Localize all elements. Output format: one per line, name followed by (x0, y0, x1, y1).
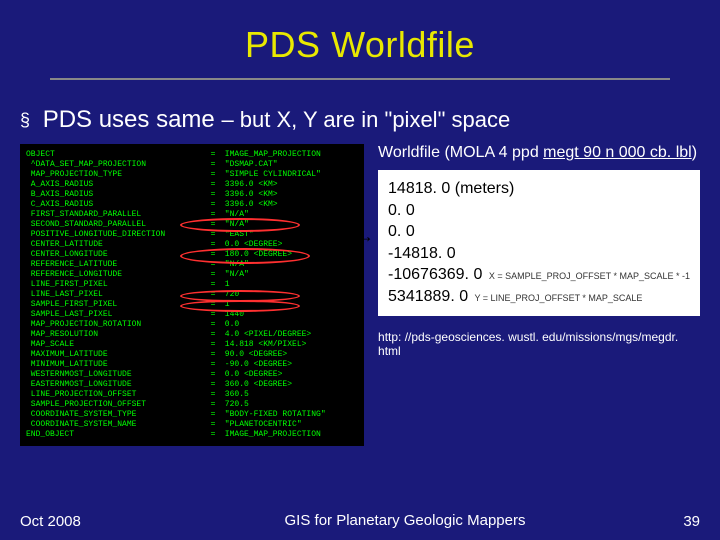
code-row: CENTER_LONGITUDE= 180.0 <DEGREE> (26, 250, 358, 260)
code-row: LINE_FIRST_PIXEL= 1 (26, 280, 358, 290)
pds-label-code: OBJECT= IMAGE_MAP_PROJECTION ^DATA_SET_M… (20, 144, 364, 446)
code-row: MAXIMUM_LATITUDE= 90.0 <DEGREE> (26, 350, 358, 360)
bullet-marker: § (20, 110, 30, 130)
code-row: COORDINATE_SYSTEM_NAME= "PLANETOCENTRIC" (26, 420, 358, 430)
worldfile-box: 14818. 0 (meters)0. 00. 0-14818. 0-10676… (378, 170, 700, 316)
worldfile-line: 14818. 0 (meters) (388, 178, 690, 200)
title-underline (50, 78, 670, 80)
code-row: MAP_PROJECTION_ROTATION= 0.0 (26, 320, 358, 330)
bullet-line: § PDS uses same – but X, Y are in "pixel… (20, 106, 700, 134)
worldfile-line: 5341889. 0 Y = LINE_PROJ_OFFSET * MAP_SC… (388, 286, 690, 308)
code-row: REFERENCE_LATITUDE= "N/A" (26, 260, 358, 270)
worldfile-line: 0. 0 (388, 200, 690, 222)
code-row: END_OBJECT= IMAGE_MAP_PROJECTION (26, 430, 358, 440)
slide-title: PDS Worldfile (0, 24, 720, 66)
worldfile-line: -10676369. 0 X = SAMPLE_PROJ_OFFSET * MA… (388, 264, 690, 286)
bullet-main: PDS uses same (43, 106, 215, 133)
code-row: LINE_LAST_PIXEL= 720 (26, 290, 358, 300)
footer-title: GIS for Planetary Geologic Mappers (170, 512, 640, 530)
worldfile-line: 0. 0 (388, 221, 690, 243)
worldfile-line: -14818. 0 (388, 243, 690, 265)
code-row: SECOND_STANDARD_PARALLEL= "N/A" (26, 220, 358, 230)
code-row: MAP_PROJECTION_TYPE= "SIMPLE CYLINDRICAL… (26, 170, 358, 180)
code-row: SAMPLE_FIRST_PIXEL= 1 (26, 300, 358, 310)
worldfile-heading: Worldfile (MOLA 4 ppd megt 90 n 000 cb. … (378, 144, 700, 162)
bullet-note: – but X, Y are in "pixel" space (221, 107, 510, 132)
code-row: SAMPLE_PROJECTION_OFFSET= 720.5 (26, 400, 358, 410)
code-row: POSITIVE_LONGITUDE_DIRECTION= "EAST" (26, 230, 358, 240)
code-row: ^DATA_SET_MAP_PROJECTION= "DSMAP.CAT" (26, 160, 358, 170)
footer-date: Oct 2008 (20, 513, 170, 530)
code-row: OBJECT= IMAGE_MAP_PROJECTION (26, 150, 358, 160)
code-row: WESTERNMOST_LONGITUDE= 0.0 <DEGREE> (26, 370, 358, 380)
code-row: SAMPLE_LAST_PIXEL= 1440 (26, 310, 358, 320)
code-row: A_AXIS_RADIUS= 3396.0 <KM> (26, 180, 358, 190)
page-number: 39 (640, 513, 700, 530)
source-url: http: //pds-geosciences. wustl. edu/miss… (378, 330, 700, 358)
code-row: C_AXIS_RADIUS= 3396.0 <KM> (26, 200, 358, 210)
code-row: REFERENCE_LONGITUDE= "N/A" (26, 270, 358, 280)
code-row: FIRST_STANDARD_PARALLEL= "N/A" (26, 210, 358, 220)
code-row: MAP_RESOLUTION= 4.0 <PIXEL/DEGREE> (26, 330, 358, 340)
code-row: CENTER_LATITUDE= 0.0 <DEGREE> (26, 240, 358, 250)
code-row: EASTERNMOST_LONGITUDE= 360.0 <DEGREE> (26, 380, 358, 390)
code-row: LINE_PROJECTION_OFFSET= 360.5 (26, 390, 358, 400)
code-row: MAP_SCALE= 14.818 <KM/PIXEL> (26, 340, 358, 350)
code-row: B_AXIS_RADIUS= 3396.0 <KM> (26, 190, 358, 200)
code-row: MINIMUM_LATITUDE= -90.0 <DEGREE> (26, 360, 358, 370)
code-row: COORDINATE_SYSTEM_TYPE= "BODY-FIXED ROTA… (26, 410, 358, 420)
arrow-icon: → (356, 226, 374, 247)
